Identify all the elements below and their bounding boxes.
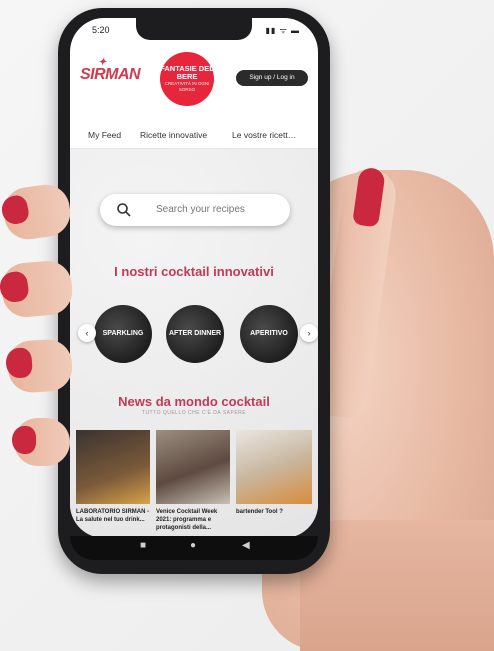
news-image[interactable]: [76, 430, 150, 504]
news-section-title: News da mondo cocktail: [118, 394, 270, 409]
tab-my-feed[interactable]: My Feed: [88, 130, 121, 140]
chevron-right-icon[interactable]: ›: [300, 324, 318, 342]
category-aperitivo[interactable]: APERITIVO: [240, 305, 298, 363]
badge-line2: CREATIVITÀ IN OGNI SORSO: [164, 81, 210, 92]
signup-button[interactable]: Sign up / Log in: [236, 70, 308, 86]
brand-logo[interactable]: ✦ SIRMAN: [80, 57, 141, 84]
category-sparkling[interactable]: SPARKLING: [94, 305, 152, 363]
news-image[interactable]: [156, 430, 230, 504]
badge-line1: FANTASIE DEL BERE: [160, 64, 214, 81]
tab-ricette-innovative[interactable]: Ricette innovative: [140, 130, 207, 140]
news-caption[interactable]: Venice Cocktail Week 2021: programma e p…: [156, 508, 230, 532]
finger-nail: [12, 426, 36, 454]
brand-logo-text: SIRMAN: [80, 66, 141, 83]
status-icons: ▮▮ ᯤ ▬: [265, 26, 300, 35]
tab-vostre-ricette[interactable]: Le vostre ricett…: [232, 130, 296, 140]
news-caption[interactable]: LABORATORIO SIRMAN - La salute nel tuo d…: [76, 508, 150, 524]
category-after-dinner[interactable]: AFTER DINNER: [166, 305, 224, 363]
home-icon[interactable]: ●: [190, 540, 196, 551]
cocktails-section-title: I nostri cocktail innovativi: [114, 264, 274, 279]
status-time: 5:20: [92, 25, 110, 35]
android-nav-bar: ■ ● ◀: [70, 536, 318, 560]
news-image[interactable]: [236, 430, 312, 504]
chevron-left-icon[interactable]: ‹: [78, 324, 96, 342]
spark-icon: ✦: [98, 57, 106, 68]
news-caption[interactable]: bartender Tool ?: [236, 508, 312, 516]
tab-bar: My Feed Ricette innovative Le vostre ric…: [70, 126, 318, 146]
search-placeholder: Search your recipes: [156, 204, 245, 215]
notch: [136, 18, 252, 40]
search-input[interactable]: Search your recipes: [100, 194, 290, 226]
hand-wrist: [300, 520, 494, 651]
search-icon: [117, 203, 131, 217]
recents-icon[interactable]: ■: [140, 540, 146, 551]
news-section-subtitle: TUTTO QUELLO CHE C'È DA SAPERE: [141, 410, 247, 416]
app-badge[interactable]: FANTASIE DEL BERE CREATIVITÀ IN OGNI SOR…: [160, 52, 214, 106]
phone-screen: 5:20 ▮▮ ᯤ ▬ ✦ SIRMAN FANTASIE DEL BERE C…: [70, 18, 318, 538]
back-icon[interactable]: ◀: [242, 540, 250, 551]
